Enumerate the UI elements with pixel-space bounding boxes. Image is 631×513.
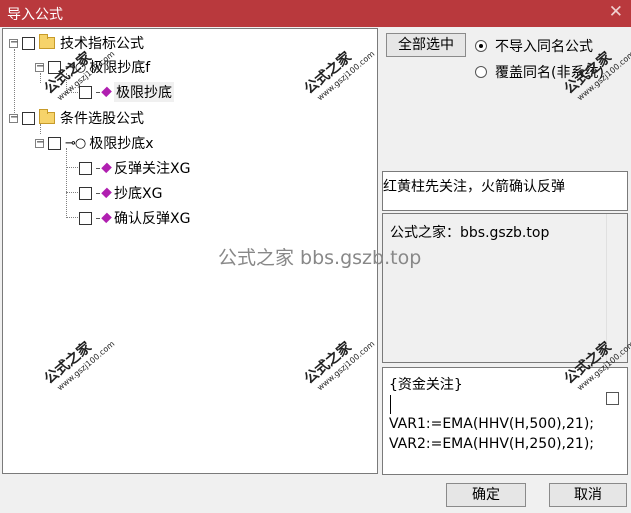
text-caret xyxy=(390,395,391,414)
tree-node-formula-group[interactable]: − ⊸○ 极限抄底x xyxy=(35,133,154,153)
formula-gem-icon xyxy=(96,86,112,98)
tree-checkbox[interactable] xyxy=(79,85,92,99)
center-watermark: 公式之家 bbs.gszb.top xyxy=(218,247,422,269)
code-line: VAR1:=EMA(HHV(H,500),21); xyxy=(389,416,595,432)
tree-checkbox[interactable] xyxy=(79,211,92,225)
radio-unselected-icon[interactable] xyxy=(475,66,487,78)
collapse-icon[interactable]: − xyxy=(35,137,44,148)
cancel-button[interactable]: 取消 xyxy=(549,483,627,507)
collapse-icon[interactable]: − xyxy=(9,37,18,48)
tree-node-formula[interactable]: 确认反弹XG xyxy=(79,208,190,228)
folder-icon xyxy=(39,34,55,49)
tree-node-label: 极限抄底x xyxy=(89,136,154,152)
info-box: 公式之家：bbs.gszb.top xyxy=(382,213,628,363)
tree-checkbox[interactable] xyxy=(22,36,35,50)
tree-checkbox[interactable] xyxy=(48,136,61,150)
tree-node-label: 反弹关注XG xyxy=(114,161,191,177)
select-all-button[interactable]: 全部选中 xyxy=(386,33,466,57)
tree-checkbox[interactable] xyxy=(79,161,92,175)
collapse-icon[interactable]: − xyxy=(35,61,44,72)
tree-checkbox[interactable] xyxy=(22,111,35,125)
tree-checkbox[interactable] xyxy=(79,186,92,200)
formula-gem-icon xyxy=(96,187,112,199)
ok-button[interactable]: 确定 xyxy=(446,483,526,507)
key-icon: ⊸○ xyxy=(65,135,86,151)
radio-label: 不导入同名公式 xyxy=(495,39,593,55)
close-icon[interactable]: ✕ xyxy=(609,2,623,22)
tree-node-label: 极限抄底 xyxy=(114,82,174,102)
tree-node-label: 抄底XG xyxy=(114,186,163,202)
tree-node-formula[interactable]: 极限抄底 xyxy=(79,82,174,102)
tree-node-formula[interactable]: 反弹关注XG xyxy=(79,158,190,178)
formula-description: 红黄柱先关注，火箭确认反弹 xyxy=(383,179,565,195)
code-checkbox[interactable] xyxy=(606,392,619,405)
title-bar[interactable]: 导入公式 ✕ xyxy=(0,0,631,27)
tree-node-stock-selection[interactable]: − 条件选股公式 xyxy=(9,108,144,128)
tree-node-formula[interactable]: 抄底XG xyxy=(79,183,162,203)
tree-node-label: 条件选股公式 xyxy=(60,111,144,127)
import-formula-dialog: 导入公式 ✕ − 技术指标公式 − ⊸○ 极限抄底f 极限抄底 − 条件选股公式… xyxy=(0,0,631,513)
tree-connector xyxy=(66,148,67,218)
folder-icon xyxy=(39,109,55,124)
tree-node-label: 确认反弹XG xyxy=(114,211,191,227)
formula-gem-icon xyxy=(96,162,112,174)
code-line: {资金关注} xyxy=(389,377,463,393)
code-line: VAR2:=EMA(HHV(H,250),21); xyxy=(389,436,595,452)
window-title: 导入公式 xyxy=(7,7,63,23)
skip-same-name-radio[interactable]: 不导入同名公式 xyxy=(475,36,593,56)
collapse-icon[interactable]: − xyxy=(9,112,18,123)
radio-selected-icon[interactable] xyxy=(475,40,487,52)
info-text: 公式之家：bbs.gszb.top xyxy=(390,225,550,241)
formula-gem-icon xyxy=(96,212,112,224)
